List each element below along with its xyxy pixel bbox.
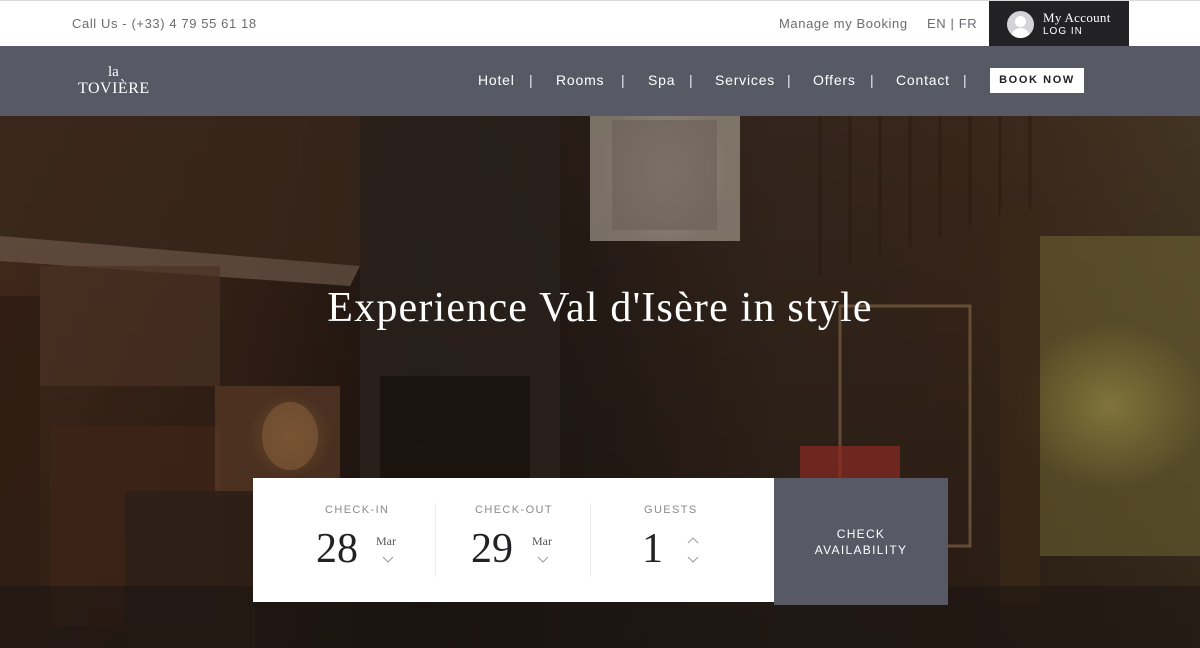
checkout-label: CHECK-OUT [475, 504, 553, 516]
account-login-label: LOG IN [1043, 26, 1083, 37]
logo-line-2: TOVIÈRE [78, 80, 150, 97]
book-now-button[interactable]: BOOK NOW [990, 68, 1084, 93]
nav-separator: | [529, 72, 533, 88]
check-availability-line-1: CHECK [836, 527, 886, 541]
account-title: My Account [1043, 10, 1111, 25]
nav-item-hotel[interactable]: Hotel [478, 72, 515, 88]
lang-fr-link[interactable]: FR [959, 16, 978, 31]
nav-item-services[interactable]: Services [715, 72, 775, 88]
nav-separator: | [787, 72, 791, 88]
checkin-day[interactable]: 28 [316, 525, 358, 573]
checkin-label: CHECK-IN [325, 504, 390, 516]
nav-separator: | [963, 72, 967, 88]
chevron-up-icon[interactable] [687, 536, 699, 544]
nav-separator: | [621, 72, 625, 88]
logo-line-1: la [108, 64, 119, 80]
top-utility-bar: Call Us - (+33) 4 79 55 61 18 Manage my … [0, 0, 1200, 47]
check-availability-line-2: AVAILABILITY [814, 543, 908, 557]
chevron-down-icon[interactable] [687, 556, 699, 564]
chevron-down-icon[interactable] [537, 556, 549, 564]
checkout-month: Mar [532, 534, 552, 548]
language-switcher: EN | FR [927, 16, 977, 31]
guests-count[interactable]: 1 [642, 525, 663, 573]
hotel-logo[interactable]: la TOVIÈRE [78, 64, 152, 100]
manage-booking-link[interactable]: Manage my Booking [779, 16, 908, 31]
lang-separator: | [950, 16, 955, 31]
nav-item-rooms[interactable]: Rooms [556, 72, 604, 88]
nav-item-spa[interactable]: Spa [648, 72, 675, 88]
checkout-day[interactable]: 29 [471, 525, 513, 573]
field-divider [590, 503, 591, 577]
nav-separator: | [689, 72, 693, 88]
user-avatar-icon [1007, 11, 1034, 38]
my-account-button[interactable]: My Account LOG IN [989, 1, 1129, 47]
chevron-down-icon[interactable] [382, 556, 394, 564]
nav-item-contact[interactable]: Contact [896, 72, 950, 88]
guests-label: GUESTS [644, 504, 698, 516]
lang-en-link[interactable]: EN [927, 16, 946, 31]
hero-title: Experience Val d'Isère in style [327, 285, 873, 331]
checkin-month: Mar [376, 534, 396, 548]
call-us-text: Call Us - (+33) 4 79 55 61 18 [72, 16, 257, 31]
nav-item-offers[interactable]: Offers [813, 72, 856, 88]
nav-separator: | [870, 72, 874, 88]
field-divider [435, 503, 436, 577]
check-availability-button[interactable]: CHECK AVAILABILITY [774, 478, 948, 605]
